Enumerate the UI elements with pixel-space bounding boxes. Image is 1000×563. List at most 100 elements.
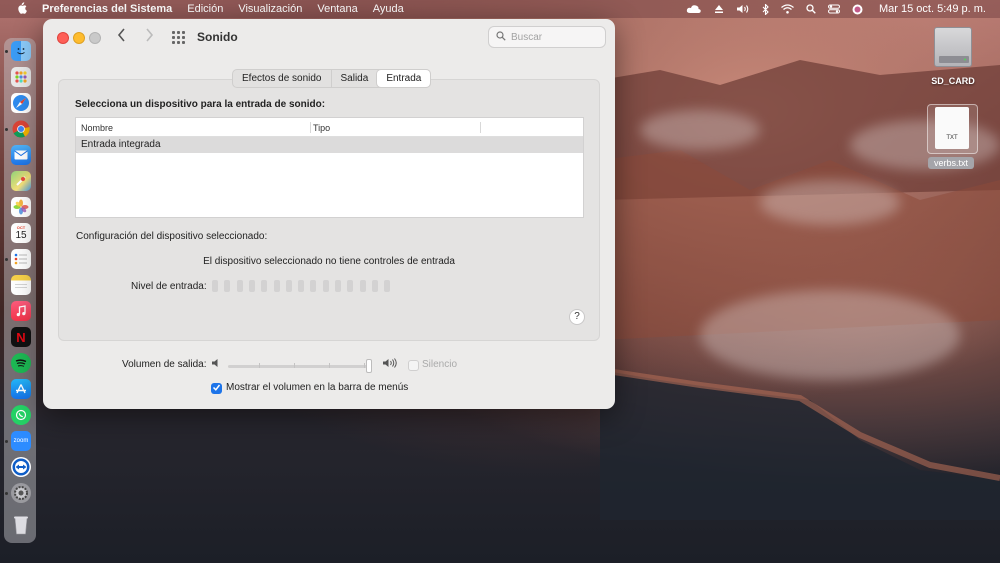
running-indicator xyxy=(5,128,8,131)
finder-icon[interactable] xyxy=(11,41,31,61)
input-level-segment xyxy=(371,280,378,292)
netflix-icon[interactable]: N xyxy=(11,327,31,347)
input-panel: Selecciona un dispositivo para la entrad… xyxy=(58,79,600,341)
output-volume-knob[interactable] xyxy=(366,359,372,373)
speaker-low-icon[interactable] xyxy=(211,358,221,371)
input-level-segment xyxy=(310,280,317,292)
close-button[interactable] xyxy=(57,32,69,44)
device-name: Entrada integrada xyxy=(81,139,161,150)
title-bar: Sonido Buscar xyxy=(43,19,615,57)
input-level-segment xyxy=(285,280,292,292)
input-level-segment xyxy=(248,280,255,292)
help-button[interactable]: ? xyxy=(569,309,585,325)
tab-salida[interactable]: Salida xyxy=(332,70,378,87)
calendar-icon[interactable]: OCT 15 xyxy=(11,223,31,243)
tab-efectos-de-sonido[interactable]: Efectos de sonido xyxy=(233,70,332,87)
safari-icon[interactable] xyxy=(11,93,31,113)
dock: OCT 15 N zoom xyxy=(4,38,36,543)
input-level-segment xyxy=(273,280,280,292)
txt-file-label[interactable]: verbs.txt xyxy=(928,157,974,169)
menu-ventana[interactable]: Ventana xyxy=(317,3,357,15)
slider-tick xyxy=(259,363,260,368)
trash-icon[interactable] xyxy=(11,515,31,535)
search-field[interactable]: Buscar xyxy=(488,26,606,48)
whatsapp-icon[interactable] xyxy=(11,405,31,425)
device-table[interactable]: Nombre Tipo Entrada integrada xyxy=(75,117,584,218)
minimize-button[interactable] xyxy=(73,32,85,44)
menubar-datetime[interactable]: Mar 15 oct. 5:49 p. m. xyxy=(879,3,986,15)
zoom-icon[interactable]: zoom xyxy=(11,431,31,451)
window-title: Sonido xyxy=(197,30,238,44)
eject-icon[interactable] xyxy=(714,4,724,14)
photos-icon[interactable] xyxy=(11,197,31,217)
sound-preferences-window: Sonido Buscar Efectos de sonido Salida E… xyxy=(43,19,615,409)
input-level-segment xyxy=(384,280,391,292)
sd-card-icon[interactable] xyxy=(934,27,972,67)
bluetooth-icon[interactable] xyxy=(762,3,769,15)
mail-icon[interactable] xyxy=(11,145,31,165)
siri-icon[interactable] xyxy=(852,4,863,15)
menu-visualizacion[interactable]: Visualización xyxy=(238,3,302,15)
running-indicator xyxy=(5,258,8,261)
txt-file-icon[interactable]: TXT xyxy=(935,107,969,149)
music-icon[interactable] xyxy=(11,301,31,321)
input-level-segment xyxy=(322,280,329,292)
menu-edicion[interactable]: Edición xyxy=(187,3,223,15)
table-row[interactable]: Entrada integrada xyxy=(76,137,583,153)
notes-icon[interactable] xyxy=(11,275,31,295)
column-divider xyxy=(310,122,311,133)
menu-bar: Preferencias del Sistema Edición Visuali… xyxy=(0,0,1000,18)
forward-chevron-icon[interactable] xyxy=(145,28,154,46)
zoom-button[interactable] xyxy=(89,32,101,44)
mute-label[interactable]: Silencio xyxy=(422,359,457,370)
txt-file-badge: TXT xyxy=(946,135,958,141)
teamviewer-icon[interactable] xyxy=(11,457,31,477)
table-header: Nombre Tipo xyxy=(76,118,583,137)
device-selection-heading: Selecciona un dispositivo para la entrad… xyxy=(75,99,326,110)
menu-app-name[interactable]: Preferencias del Sistema xyxy=(42,3,172,15)
show-all-grid-icon[interactable] xyxy=(172,31,186,45)
cloud xyxy=(760,180,900,225)
volume-icon[interactable] xyxy=(736,4,750,14)
running-indicator xyxy=(5,492,8,495)
input-level-label: Nivel de entrada: xyxy=(131,281,207,292)
maps-icon[interactable] xyxy=(11,171,31,191)
slider-tick xyxy=(294,363,295,368)
mute-checkbox[interactable] xyxy=(408,360,419,371)
input-level-segment xyxy=(224,280,231,292)
running-indicator xyxy=(5,440,8,443)
app-store-icon[interactable] xyxy=(11,379,31,399)
output-volume-label: Volumen de salida: xyxy=(122,359,207,370)
control-center-icon[interactable] xyxy=(828,4,840,14)
back-chevron-icon[interactable] xyxy=(117,28,126,46)
column-divider xyxy=(480,122,481,133)
input-level-segment xyxy=(335,280,341,292)
column-header-nombre[interactable]: Nombre xyxy=(81,123,113,133)
show-volume-checkbox[interactable] xyxy=(211,383,222,394)
input-level-segment xyxy=(261,280,268,292)
input-level-segment xyxy=(212,280,218,292)
input-level-segment xyxy=(347,280,354,292)
spotify-icon[interactable] xyxy=(11,353,31,373)
calendar-day: 15 xyxy=(15,230,27,241)
search-icon[interactable] xyxy=(806,4,816,14)
system-preferences-icon[interactable] xyxy=(11,483,31,503)
slider-tick xyxy=(364,363,365,368)
sd-card-label[interactable]: SD_CARD xyxy=(925,76,981,86)
input-level-segment xyxy=(359,280,366,292)
show-volume-label[interactable]: Mostrar el volumen en la barra de menús xyxy=(226,382,408,393)
speaker-high-icon[interactable] xyxy=(382,358,398,371)
menu-ayuda[interactable]: Ayuda xyxy=(373,3,404,15)
wifi-icon[interactable] xyxy=(781,4,794,14)
tab-bar: Efectos de sonido Salida Entrada xyxy=(232,69,432,88)
cloud-icon[interactable] xyxy=(686,4,702,14)
tab-entrada[interactable]: Entrada xyxy=(377,70,431,87)
chrome-icon[interactable] xyxy=(11,119,31,139)
input-level-segment xyxy=(236,280,243,292)
output-volume-track[interactable] xyxy=(228,365,370,368)
launchpad-icon[interactable] xyxy=(11,67,31,87)
apple-icon[interactable] xyxy=(14,1,28,17)
column-header-tipo[interactable]: Tipo xyxy=(313,123,330,133)
reminders-icon[interactable] xyxy=(11,249,31,269)
search-placeholder: Buscar xyxy=(511,31,543,43)
